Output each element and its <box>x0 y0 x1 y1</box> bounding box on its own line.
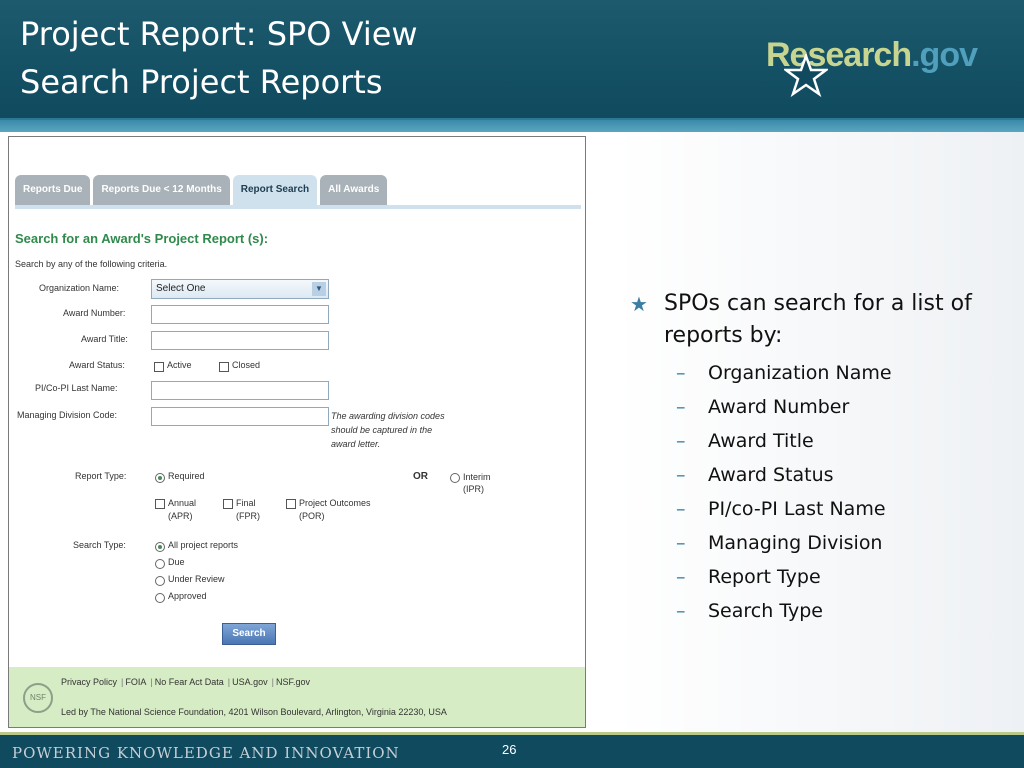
page-number: 26 <box>502 742 517 757</box>
slide-footer: POWERING KNOWLEDGE AND INNOVATION 26 <box>0 732 1024 768</box>
under-review-option-label: Under Review <box>168 574 225 584</box>
required-option-label: Required <box>168 471 205 481</box>
division-code-note: The awarding division codes should be ca… <box>331 411 445 449</box>
award-title-label: Award Title: <box>81 334 128 344</box>
nsf-seal-icon: NSF <box>23 683 53 713</box>
division-code-label: Managing Division Code: <box>17 410 118 420</box>
slide-title: Project Report: SPO View Search Project … <box>20 10 418 106</box>
sub-bullet: – Organization Name <box>630 356 1010 390</box>
org-name-select-value: Select One <box>156 283 206 294</box>
sub-bullet-text: Report Type <box>708 566 821 588</box>
sub-bullet: – Award Number <box>630 390 1010 424</box>
approved-radio[interactable] <box>155 593 165 603</box>
final-checkbox[interactable] <box>223 499 233 509</box>
due-radio[interactable] <box>155 559 165 569</box>
dash-icon: – <box>676 396 686 418</box>
form-subtitle: Search by any of the following criteria. <box>15 259 168 269</box>
footer-address: Led by The National Science Foundation, … <box>61 707 447 717</box>
award-status-label: Award Status: <box>69 360 125 370</box>
sub-bullet: – PI/co-PI Last Name <box>630 492 1010 526</box>
bullet-main: ★ SPOs can search for a list of reports … <box>630 288 1010 352</box>
sub-bullet: – Award Status <box>630 458 1010 492</box>
approved-option-label: Approved <box>168 591 207 601</box>
annual-checkbox[interactable] <box>155 499 165 509</box>
research-gov-logo: Research.gov <box>766 36 1000 98</box>
outcomes-option-label: Project Outcomes (POR) <box>299 498 371 521</box>
all-reports-option-label: All project reports <box>168 540 239 550</box>
star-bullet-icon: ★ <box>630 292 648 316</box>
award-number-label: Award Number: <box>63 308 126 318</box>
dash-icon: – <box>676 464 686 486</box>
tab-all-awards[interactable]: All Awards <box>320 175 388 205</box>
interim-option-label: Interim (IPR) <box>463 472 491 494</box>
tab-bar: Reports Due Reports Due < 12 Months Repo… <box>15 175 388 205</box>
chevron-down-icon[interactable]: ▼ <box>312 282 326 296</box>
dash-icon: – <box>676 498 686 520</box>
search-form-screenshot: Reports Due Reports Due < 12 Months Repo… <box>8 136 586 728</box>
foia-link[interactable]: FOIA <box>125 677 150 687</box>
active-option-label: Active <box>167 360 192 370</box>
due-option-label: Due <box>168 557 185 567</box>
slide-header: Project Report: SPO View Search Project … <box>0 0 1024 118</box>
slide-title-line-2: Search Project Reports <box>20 63 383 101</box>
sub-bullet-text: Search Type <box>708 600 823 622</box>
closed-option-label: Closed <box>232 360 261 370</box>
under-review-radio[interactable] <box>155 576 165 586</box>
sub-bullet-text: Organization Name <box>708 362 892 384</box>
form-title: Search for an Award's Project Report (s)… <box>15 231 269 246</box>
tab-reports-due-12-months[interactable]: Reports Due < 12 Months <box>93 175 230 205</box>
award-number-input[interactable] <box>151 305 329 324</box>
privacy-policy-link[interactable]: Privacy Policy <box>61 677 121 687</box>
logo-text-gov: .gov <box>911 36 978 74</box>
tagline: POWERING KNOWLEDGE AND INNOVATION <box>12 744 400 762</box>
bullet-list: ★ SPOs can search for a list of reports … <box>630 288 1010 628</box>
annual-option-label: Annual (APR) <box>168 498 197 521</box>
dash-icon: – <box>676 362 686 384</box>
pi-last-name-input[interactable] <box>151 381 329 400</box>
org-name-label: Organization Name: <box>39 283 120 293</box>
search-button[interactable]: Search <box>222 623 276 645</box>
final-option-label: Final (FPR) <box>236 498 260 521</box>
footer-links: Privacy Policy | FOIA | No Fear Act Data | USA… <box>61 677 314 687</box>
sub-bullet-text: PI/co-PI Last Name <box>708 498 886 520</box>
outcomes-checkbox[interactable] <box>286 499 296 509</box>
tab-report-search[interactable]: Report Search <box>232 175 318 205</box>
sub-bullet: – Managing Division <box>630 526 1010 560</box>
sub-bullet-text: Award Title <box>708 430 814 452</box>
dash-icon: – <box>676 600 686 622</box>
sub-bullet: – Search Type <box>630 594 1010 628</box>
pi-last-name-label: PI/Co-PI Last Name: <box>35 383 118 393</box>
or-separator: OR <box>413 471 428 482</box>
all-reports-radio[interactable] <box>155 542 165 552</box>
dash-icon: – <box>676 532 686 554</box>
sub-bullet-text: Managing Division <box>708 532 883 554</box>
report-type-label: Report Type: <box>75 471 127 481</box>
star-icon <box>784 54 828 98</box>
active-checkbox[interactable] <box>154 362 164 372</box>
dash-icon: – <box>676 566 686 588</box>
closed-checkbox[interactable] <box>219 362 229 372</box>
tab-underline <box>15 205 581 209</box>
sub-bullet: – Report Type <box>630 560 1010 594</box>
sub-bullet: – Award Title <box>630 424 1010 458</box>
dash-icon: – <box>676 430 686 452</box>
header-accent-strip <box>0 118 1024 132</box>
interim-radio[interactable] <box>450 473 460 483</box>
nsf-gov-link[interactable]: NSF.gov <box>276 677 314 687</box>
required-radio[interactable] <box>155 473 165 483</box>
award-title-input[interactable] <box>151 331 329 350</box>
sub-bullet-text: Award Status <box>708 464 834 486</box>
no-fear-act-link[interactable]: No Fear Act Data <box>155 677 228 687</box>
slide-title-line-1: Project Report: SPO View <box>20 15 418 53</box>
usa-gov-link[interactable]: USA.gov <box>232 677 272 687</box>
bullet-main-text: SPOs can search for a list of reports by… <box>664 291 972 348</box>
sub-bullet-text: Award Number <box>708 396 850 418</box>
org-name-select[interactable]: Select One ▼ <box>151 279 329 299</box>
tab-reports-due[interactable]: Reports Due <box>15 175 91 205</box>
search-type-label: Search Type: <box>73 540 126 550</box>
site-footer: NSF Privacy Policy | FOIA | No Fear Act Data… <box>9 667 585 727</box>
division-code-input[interactable] <box>151 407 329 426</box>
sub-bullet-list: – Organization Name – Award Number – Award … <box>630 356 1010 628</box>
